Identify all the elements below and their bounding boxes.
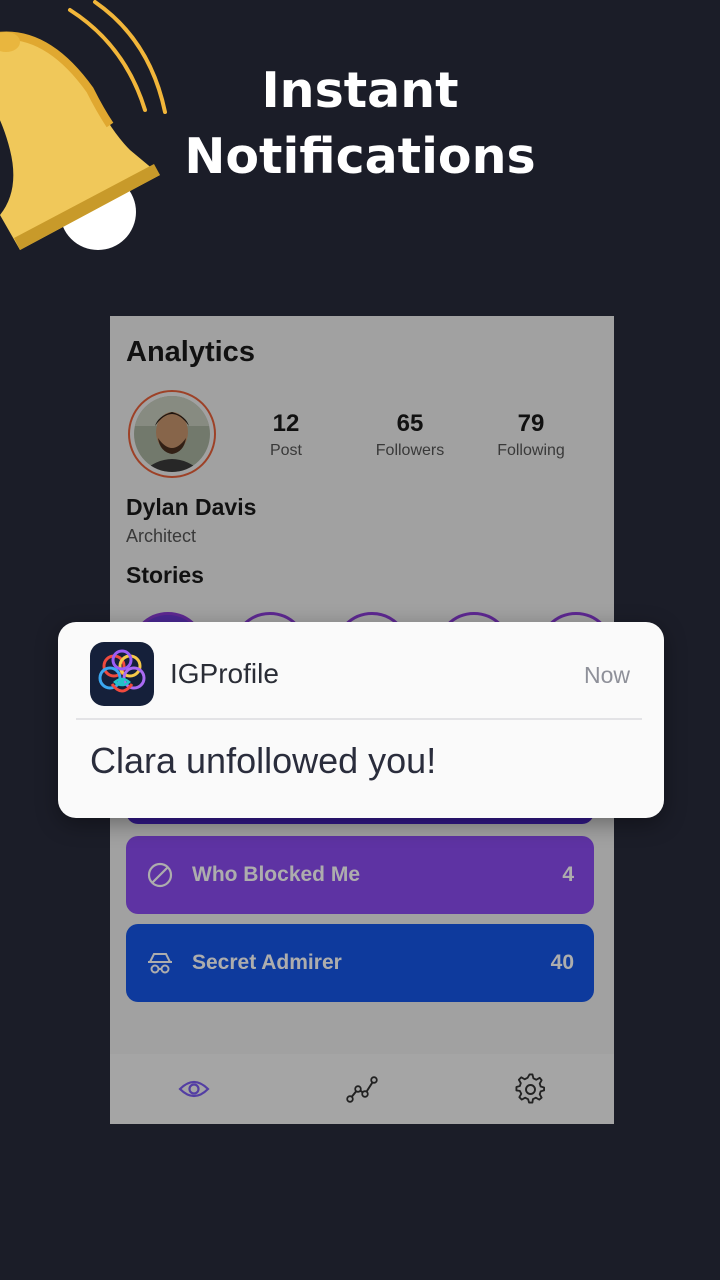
who-blocked-me-count: 4 <box>562 863 574 886</box>
who-blocked-me-card[interactable]: Who Blocked Me 4 <box>126 836 594 914</box>
profile-role: Architect <box>126 526 197 546</box>
promo-headline: Instant Notifications <box>170 58 550 190</box>
secret-admirer-card[interactable]: Secret Admirer 40 <box>126 924 594 1002</box>
headline-line-1: Instant <box>261 62 459 119</box>
stat-posts: 12 Post <box>231 410 341 460</box>
app-logo-icon <box>90 642 154 706</box>
bottom-nav <box>110 1054 614 1124</box>
stat-followers: 65 Followers <box>355 410 465 460</box>
notification-divider <box>76 718 642 720</box>
stat-followers-label: Followers <box>375 442 445 459</box>
stat-following-value: 79 <box>517 410 545 437</box>
stories-title: Stories <box>126 562 204 588</box>
stat-posts-value: 12 <box>272 410 300 437</box>
notification-app-name: IGProfile <box>170 658 279 689</box>
secret-admirer-label: Secret Admirer <box>192 951 342 974</box>
who-blocked-me-label: Who Blocked Me <box>192 863 361 886</box>
eye-icon[interactable] <box>178 1077 210 1101</box>
notification-time: Now <box>583 662 630 688</box>
stat-following-label: Following <box>497 442 565 459</box>
spy-icon <box>148 953 172 974</box>
notification-message: Clara unfollowed you! <box>90 740 437 781</box>
page-title: Analytics <box>126 336 255 368</box>
avatar[interactable] <box>128 390 216 478</box>
gear-icon[interactable] <box>514 1073 546 1105</box>
analytics-icon[interactable] <box>346 1075 378 1103</box>
blocked-icon <box>147 862 173 888</box>
secret-admirer-count: 40 <box>550 951 574 974</box>
profile-name: Dylan Davis <box>126 494 257 520</box>
stat-following: 79 Following <box>476 410 586 460</box>
notification-card[interactable]: IGProfile Now Clara unfollowed you! <box>58 622 664 818</box>
avatar-photo <box>134 396 210 472</box>
stat-posts-label: Post <box>269 442 302 459</box>
stat-followers-value: 65 <box>396 410 424 437</box>
headline-line-2: Notifications <box>184 128 536 185</box>
